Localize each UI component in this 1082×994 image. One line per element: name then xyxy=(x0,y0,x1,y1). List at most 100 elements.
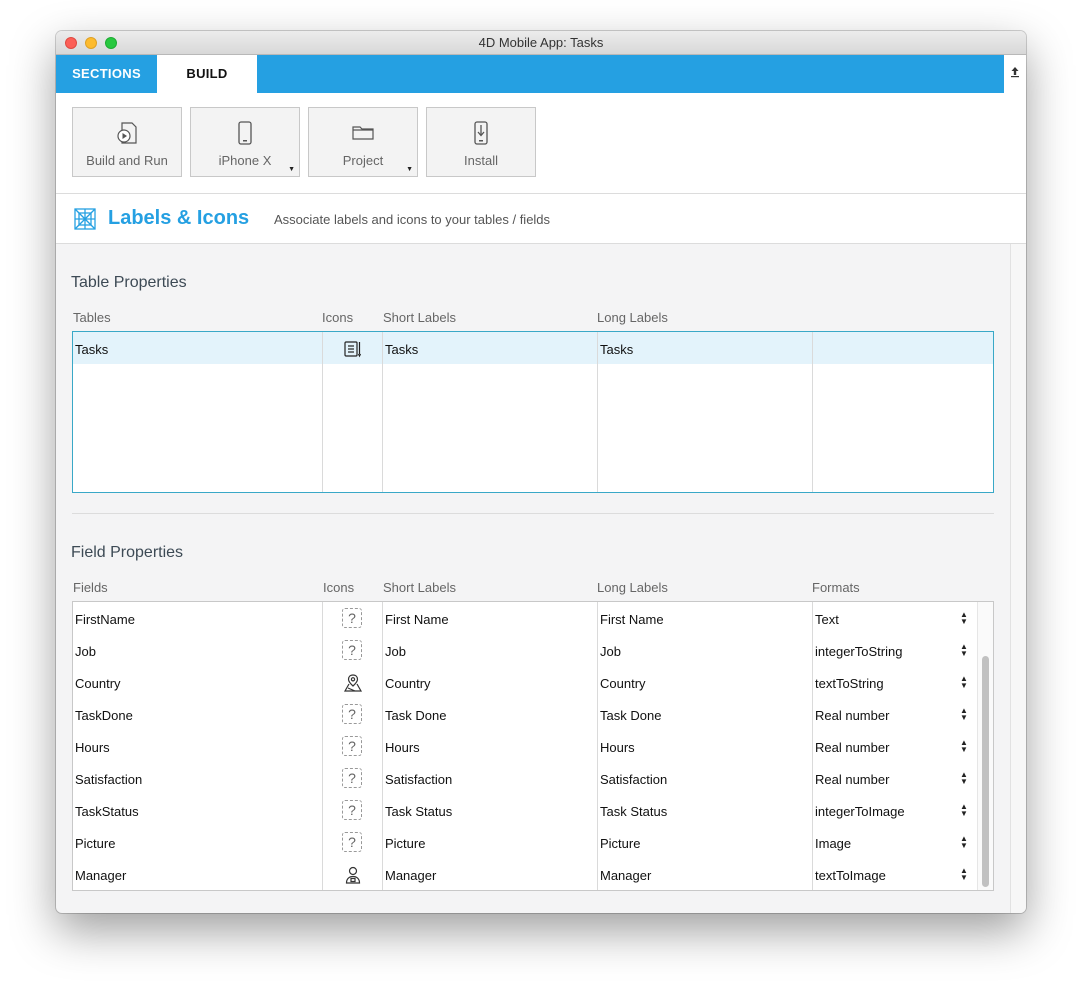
field-long-label[interactable]: Job xyxy=(600,644,621,659)
upload-icon[interactable] xyxy=(1004,55,1026,93)
field-name: Country xyxy=(75,676,121,691)
table-name: Tasks xyxy=(75,342,109,357)
fields-scrollbar[interactable] xyxy=(977,602,993,890)
format-stepper-icon[interactable]: ▲ ▼ xyxy=(960,739,968,754)
tab-build[interactable]: BUILD xyxy=(157,55,257,93)
field-long-label[interactable]: Task Status xyxy=(600,804,667,819)
tables-list: Tasks Tasks Tasks xyxy=(72,331,994,493)
field-long-label[interactable]: Picture xyxy=(600,836,640,851)
column-divider xyxy=(382,332,383,492)
field-format[interactable]: Real number xyxy=(815,772,889,787)
field-name: TaskDone xyxy=(75,708,133,723)
question-icon[interactable]: ? xyxy=(342,736,362,756)
field-format[interactable]: Image xyxy=(815,836,851,851)
field-long-label[interactable]: First Name xyxy=(600,612,664,627)
build-run-icon xyxy=(73,120,181,148)
field-short-label[interactable]: Task Done xyxy=(385,708,446,723)
field-long-label[interactable]: Country xyxy=(600,676,646,691)
table-long-label[interactable]: Tasks xyxy=(600,342,633,357)
field-format[interactable]: textToString xyxy=(815,676,884,691)
field-name: Job xyxy=(75,644,96,659)
field-format[interactable]: Real number xyxy=(815,740,889,755)
field-name: Satisfaction xyxy=(75,772,143,787)
column-divider xyxy=(322,332,323,492)
field-row[interactable]: FirstName ? First Name First Name Text ▲… xyxy=(73,603,977,635)
field-row[interactable]: Hours ? Hours Hours Real number ▲ ▼ xyxy=(73,731,977,763)
toolbar: Build and Run iPhone X ▼ Project ▼ Insta… xyxy=(56,93,1026,194)
dropdown-arrow-icon: ▼ xyxy=(288,166,295,173)
project-label: Project xyxy=(342,153,384,168)
field-long-label[interactable]: Task Done xyxy=(600,708,661,723)
field-short-label[interactable]: Manager xyxy=(385,868,436,883)
field-long-label[interactable]: Manager xyxy=(600,868,651,883)
tab-bar: SECTIONS BUILD xyxy=(56,55,1004,93)
field-format[interactable]: Real number xyxy=(815,708,889,723)
field-format[interactable]: integerToString xyxy=(815,644,902,659)
build-and-run-label: Build and Run xyxy=(86,153,168,168)
device-selector-button[interactable]: iPhone X ▼ xyxy=(190,107,300,177)
column-divider xyxy=(812,332,813,492)
field-long-label[interactable]: Satisfaction xyxy=(600,772,667,787)
field-long-label[interactable]: Hours xyxy=(600,740,635,755)
field-row[interactable]: TaskStatus ? Task Status Task Status int… xyxy=(73,795,977,827)
question-icon[interactable]: ? xyxy=(342,832,362,852)
field-short-label[interactable]: Hours xyxy=(385,740,420,755)
labels-icons-icon xyxy=(73,207,97,236)
col-header-formats: Formats xyxy=(812,580,860,595)
format-stepper-icon[interactable]: ▲ ▼ xyxy=(960,707,968,722)
question-icon[interactable]: ? xyxy=(342,608,362,628)
phone-icon xyxy=(191,120,299,148)
table-short-label[interactable]: Tasks xyxy=(385,342,418,357)
col-header-fields: Fields xyxy=(73,580,108,595)
field-row[interactable]: Job ? Job Job integerToString ▲ ▼ xyxy=(73,635,977,667)
fields-scrollbar-thumb[interactable] xyxy=(982,656,989,887)
field-format[interactable]: integerToImage xyxy=(815,804,905,819)
format-stepper-icon[interactable]: ▲ ▼ xyxy=(960,803,968,818)
field-short-label[interactable]: Task Status xyxy=(385,804,452,819)
question-icon[interactable]: ? xyxy=(342,800,362,820)
field-row[interactable]: TaskDone ? Task Done Task Done Real numb… xyxy=(73,699,977,731)
field-name: TaskStatus xyxy=(75,804,139,819)
tab-sections[interactable]: SECTIONS xyxy=(56,55,157,93)
person-icon[interactable] xyxy=(343,865,363,890)
table-row[interactable]: Tasks Tasks Tasks xyxy=(73,332,993,364)
field-row[interactable]: Picture ? Picture Picture Image ▲ ▼ xyxy=(73,827,977,859)
install-button[interactable]: Install xyxy=(426,107,536,177)
col-header-tables: Tables xyxy=(73,310,111,325)
field-row[interactable]: Manager Manager Manager textToImage ▲ ▼ xyxy=(73,859,977,890)
question-icon[interactable]: ? xyxy=(342,640,362,660)
field-row[interactable]: Satisfaction ? Satisfaction Satisfaction… xyxy=(73,763,977,795)
field-properties-title: Field Properties xyxy=(71,544,184,561)
content-scrollbar[interactable] xyxy=(1010,244,1026,913)
field-name: FirstName xyxy=(75,612,135,627)
field-format[interactable]: Text xyxy=(815,612,839,627)
field-short-label[interactable]: First Name xyxy=(385,612,449,627)
col-header-long-labels: Long Labels xyxy=(597,310,668,325)
question-icon[interactable]: ? xyxy=(342,768,362,788)
table-properties-title: Table Properties xyxy=(71,274,187,291)
col-header-short-labels: Short Labels xyxy=(383,310,456,325)
column-divider xyxy=(597,332,598,492)
field-row[interactable]: Country Country Country textToString ▲ ▼ xyxy=(73,667,977,699)
format-stepper-icon[interactable]: ▲ ▼ xyxy=(960,867,968,882)
field-short-label[interactable]: Satisfaction xyxy=(385,772,452,787)
title-bar: 4D Mobile App: Tasks xyxy=(56,31,1026,55)
tasks-icon[interactable] xyxy=(343,340,363,363)
project-button[interactable]: Project ▼ xyxy=(308,107,418,177)
build-and-run-button[interactable]: Build and Run xyxy=(72,107,182,177)
format-stepper-icon[interactable]: ▲ ▼ xyxy=(960,835,968,850)
question-icon[interactable]: ? xyxy=(342,704,362,724)
format-stepper-icon[interactable]: ▲ ▼ xyxy=(960,611,968,626)
col-header-icons: Icons xyxy=(323,580,355,595)
section-title: Labels & Icons xyxy=(108,207,250,229)
format-stepper-icon[interactable]: ▲ ▼ xyxy=(960,771,968,786)
field-short-label[interactable]: Picture xyxy=(385,836,425,851)
field-short-label[interactable]: Job xyxy=(385,644,406,659)
format-stepper-icon[interactable]: ▲ ▼ xyxy=(960,643,968,658)
field-format[interactable]: textToImage xyxy=(815,868,886,883)
window-title: 4D Mobile App: Tasks xyxy=(478,35,604,50)
map-pin-icon[interactable] xyxy=(343,673,363,698)
device-label: iPhone X xyxy=(218,153,272,168)
format-stepper-icon[interactable]: ▲ ▼ xyxy=(960,675,968,690)
field-short-label[interactable]: Country xyxy=(385,676,431,691)
